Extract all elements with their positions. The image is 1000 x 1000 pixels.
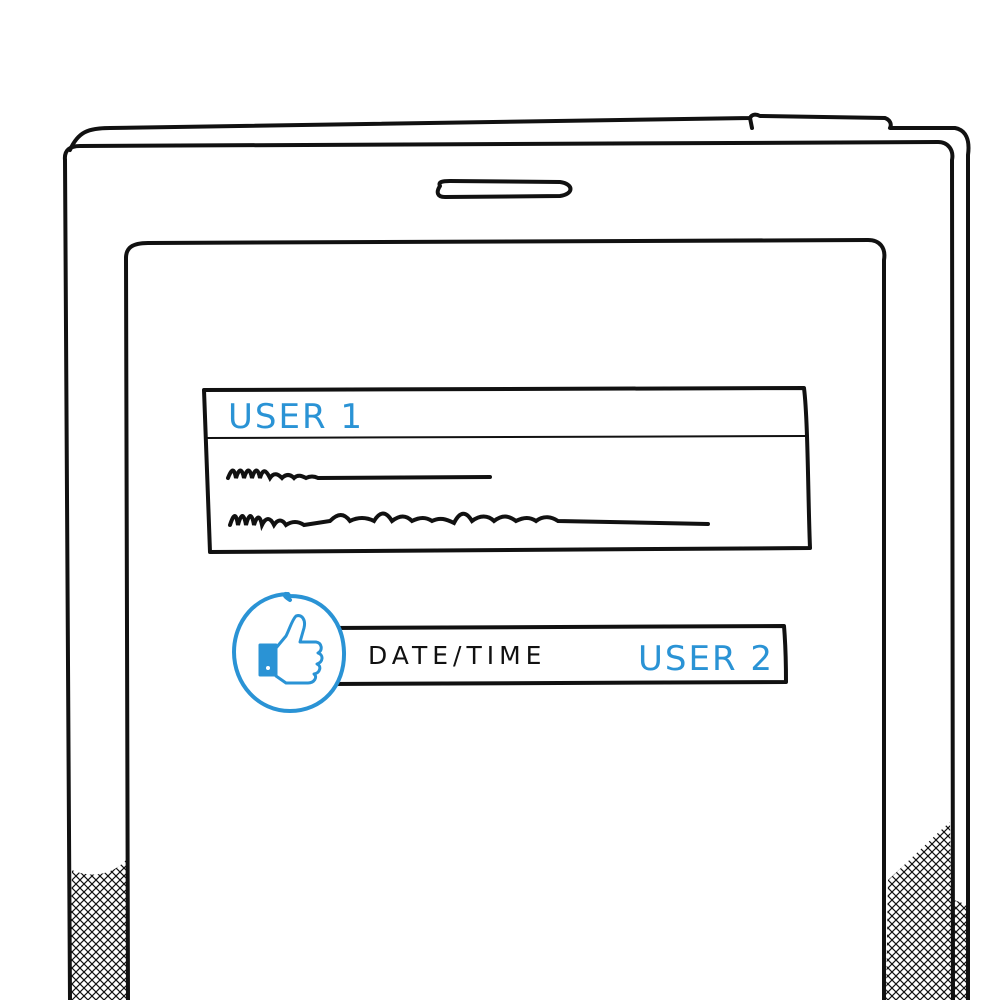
post-text-line-1 xyxy=(226,468,492,482)
phone-body xyxy=(62,112,971,1000)
like-row: DATE/TIME USER 2 xyxy=(329,624,788,686)
corner-hatching xyxy=(70,822,968,1000)
like-button[interactable] xyxy=(231,591,347,714)
post-author: USER 1 xyxy=(228,397,364,437)
post-text-line-2 xyxy=(228,511,710,532)
phone-sketch: USER 1 DATE/TIME USER 2 xyxy=(62,112,971,1000)
like-user: USER 2 xyxy=(638,639,774,679)
post-card: USER 1 xyxy=(202,386,812,554)
like-datetime: DATE/TIME xyxy=(368,641,546,670)
